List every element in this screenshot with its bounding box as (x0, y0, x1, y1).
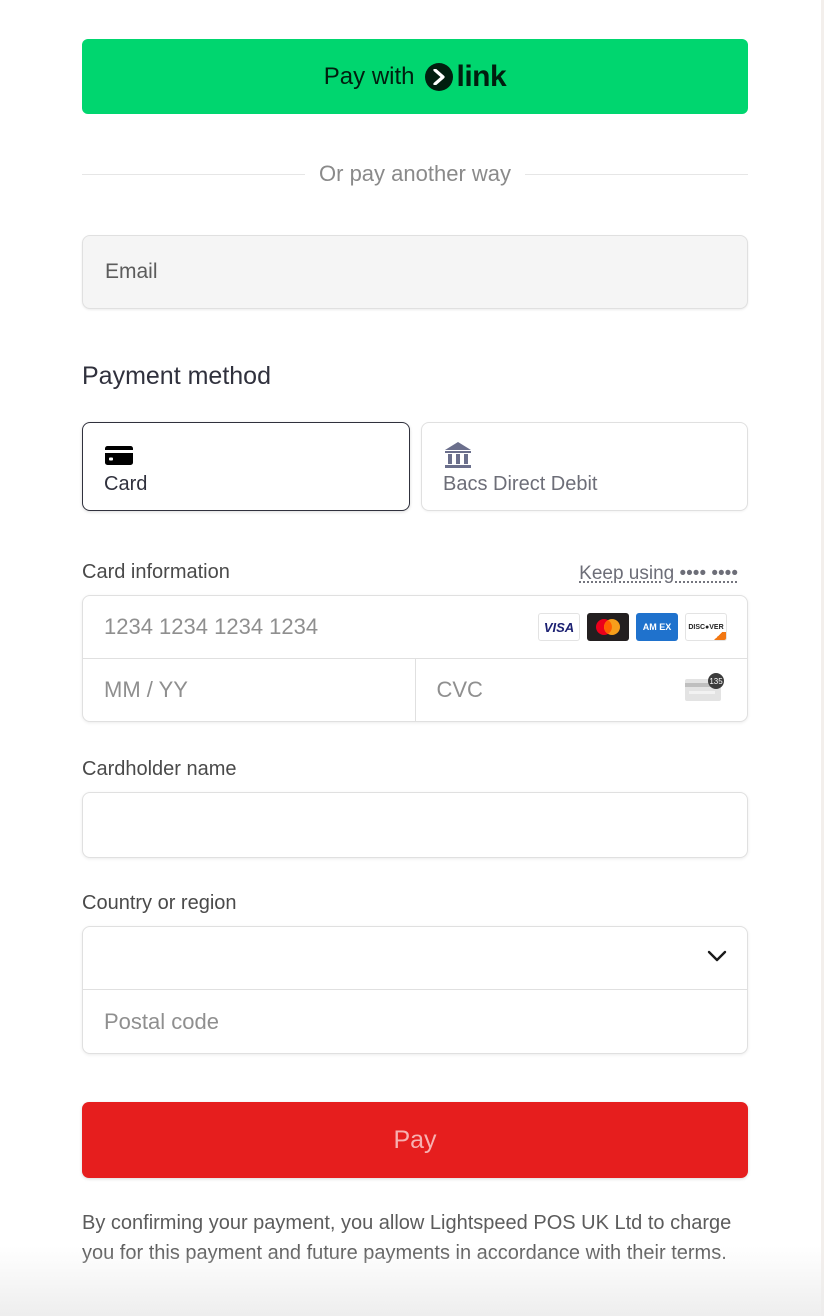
postal-code-input[interactable] (83, 990, 747, 1053)
amex-icon: AM EX (636, 613, 678, 641)
visa-icon: VISA (538, 613, 580, 641)
chevron-down-icon (707, 949, 727, 967)
divider-line-right (525, 173, 749, 175)
cvc-icon-text: 135 (709, 677, 723, 686)
country-select[interactable] (83, 927, 747, 989)
divider-line-left (82, 173, 306, 175)
card-information-group: VISA AM EX DISC●VER (82, 595, 748, 722)
expiry-cvc-row: 135 (83, 658, 747, 721)
email-input[interactable] (82, 235, 748, 309)
cardholder-name-group (82, 792, 748, 858)
payment-method-title: Payment method (82, 362, 271, 390)
or-divider: Or pay another way (82, 160, 749, 188)
tab-bacs-direct-debit[interactable]: Bacs Direct Debit (421, 422, 748, 511)
link-brand-text: link (456, 59, 507, 93)
cardholder-name-input[interactable] (83, 793, 747, 857)
divider-text: Or pay another way (319, 161, 511, 186)
link-logo: link (424, 59, 507, 94)
country-region-label: Country or region (82, 892, 237, 914)
tab-bacs-label: Bacs Direct Debit (443, 473, 598, 495)
cvc-card-icon: 135 (683, 673, 727, 708)
tab-card-label: Card (104, 473, 148, 495)
card-information-label: Card information (82, 561, 230, 583)
keep-using-saved-card-link[interactable]: Keep using •••• •••• (579, 563, 738, 585)
mastercard-icon (587, 613, 629, 641)
pay-with-link-button[interactable]: Pay with link (82, 39, 748, 114)
discover-icon: DISC●VER (685, 613, 727, 641)
bank-icon (443, 441, 726, 469)
expiry-input[interactable] (83, 659, 415, 721)
cardholder-name-label: Cardholder name (82, 758, 237, 780)
address-group (82, 926, 748, 1054)
card-number-row: VISA AM EX DISC●VER (83, 596, 747, 658)
terms-text: By confirming your payment, you allow Li… (82, 1212, 732, 1264)
cardholder-row (83, 793, 747, 857)
credit-card-icon (104, 441, 388, 469)
chevron-right-circle-icon (424, 62, 453, 91)
card-brand-icons: VISA AM EX DISC●VER (538, 613, 727, 641)
postal-code-row (83, 989, 747, 1053)
tab-card[interactable]: Card (82, 422, 410, 511)
link-button-prefix: Pay with (323, 62, 415, 90)
pay-button[interactable]: Pay (82, 1102, 748, 1178)
